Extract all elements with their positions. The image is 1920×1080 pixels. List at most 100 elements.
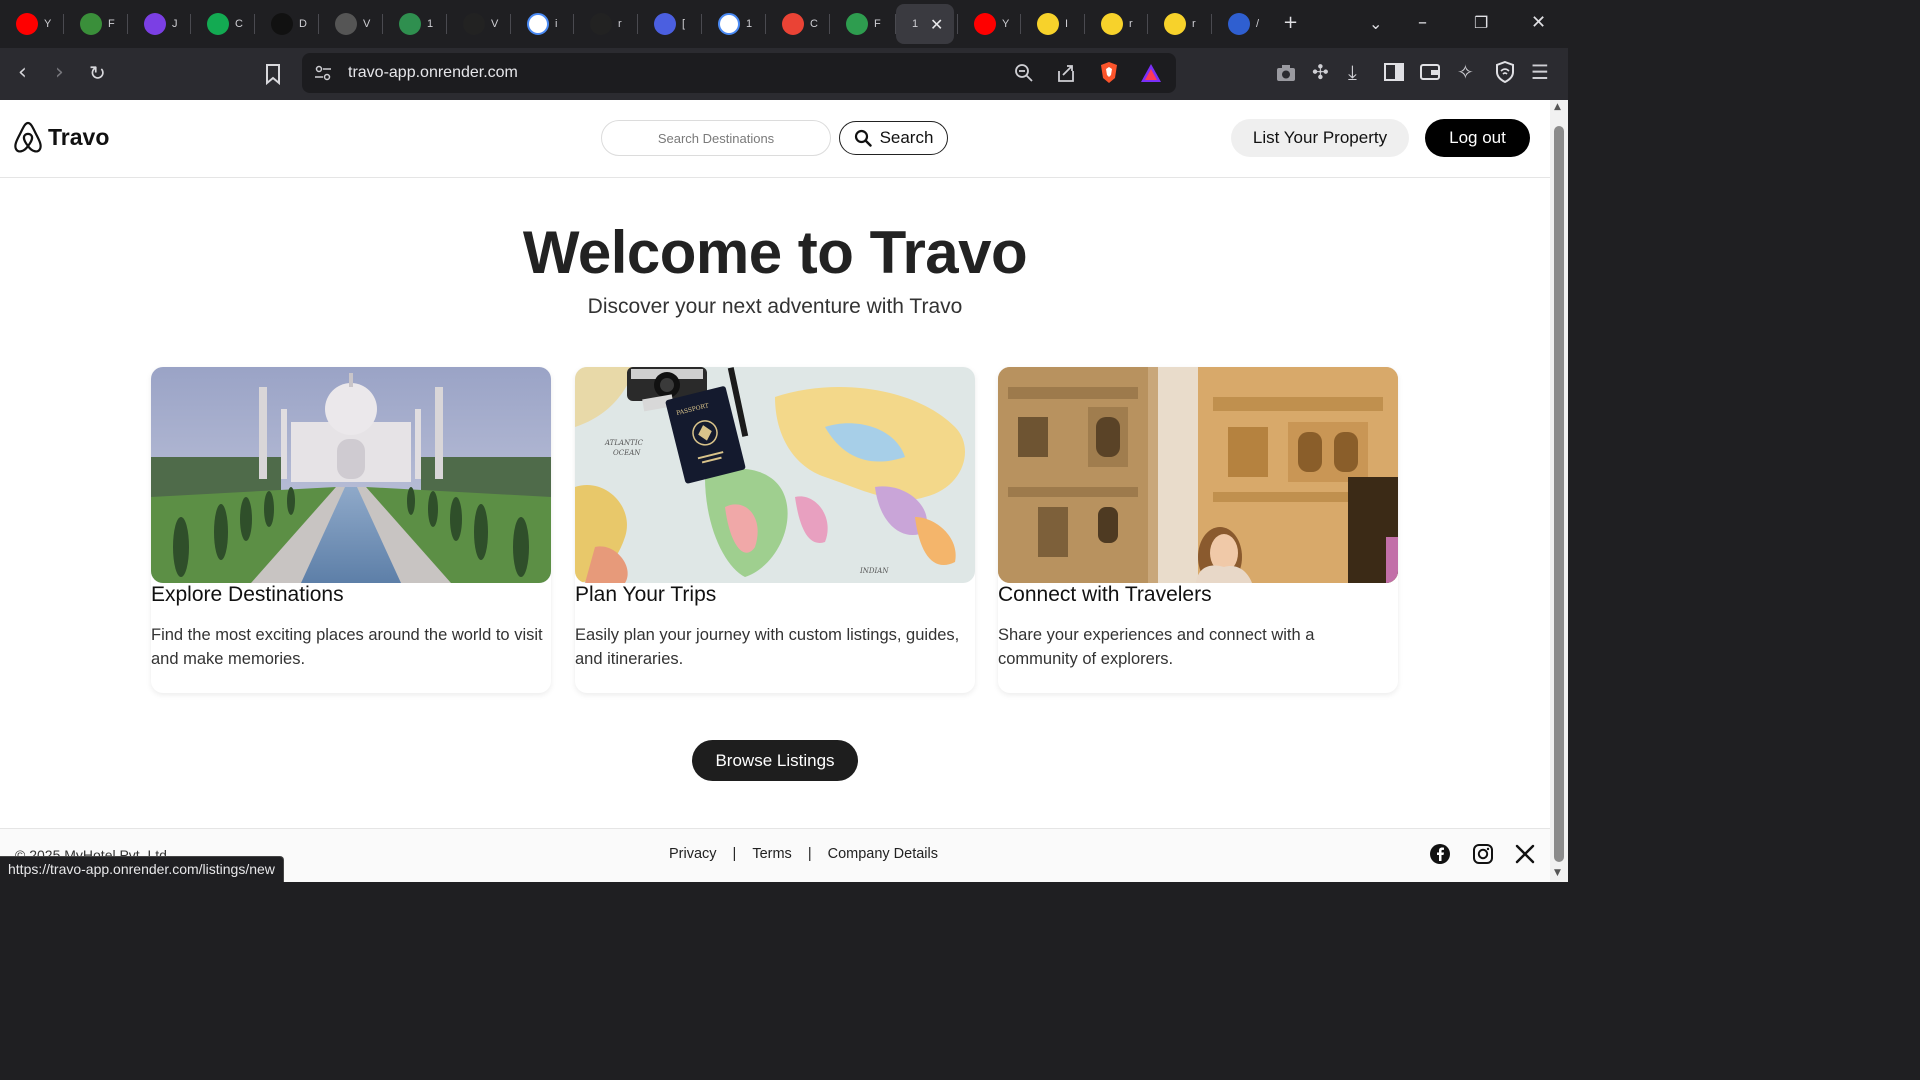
travel-map-image: ATLANTIC OCEAN INDIAN PASSPORT bbox=[575, 367, 975, 583]
reload-icon[interactable]: ↻ bbox=[89, 61, 106, 85]
page-scrollbar[interactable]: ▲ ▼ bbox=[1550, 100, 1568, 882]
browser-tab[interactable]: [ bbox=[638, 4, 698, 44]
card-title: Explore Destinations bbox=[151, 583, 344, 606]
bank-icon bbox=[1228, 13, 1250, 35]
footer-links: Privacy | Terms | Company Details bbox=[669, 846, 938, 862]
youtube-icon bbox=[974, 13, 996, 35]
browser-tab[interactable]: 1 bbox=[383, 4, 443, 44]
tab-title: Y bbox=[44, 18, 52, 30]
browser-tab[interactable]: V bbox=[319, 4, 379, 44]
airbnb-logo-icon bbox=[14, 121, 42, 153]
search-button-label: Search bbox=[879, 128, 934, 147]
logout-button[interactable]: Log out bbox=[1425, 119, 1530, 157]
url-text[interactable]: travo-app.onrender.com bbox=[348, 64, 518, 82]
browser-tab[interactable]: Y bbox=[958, 4, 1018, 44]
minimize-icon[interactable]: – bbox=[1418, 12, 1427, 33]
footer-link-privacy[interactable]: Privacy bbox=[669, 846, 717, 862]
footer-separator: | bbox=[807, 846, 812, 862]
tab-title: C bbox=[235, 18, 243, 30]
gmail-icon bbox=[782, 13, 804, 35]
vpn-icon[interactable] bbox=[1495, 61, 1515, 83]
star-icon bbox=[144, 13, 166, 35]
footer-separator: | bbox=[732, 846, 737, 862]
scroll-up-icon[interactable]: ▲ bbox=[1554, 102, 1561, 112]
wallet-icon[interactable] bbox=[1420, 63, 1440, 81]
list-property-button[interactable]: List Your Property bbox=[1231, 119, 1409, 157]
menu-icon[interactable]: ☰ bbox=[1531, 60, 1549, 84]
sidebar-icon[interactable] bbox=[1384, 63, 1404, 81]
brave-rewards-icon[interactable] bbox=[1140, 63, 1162, 83]
back-icon[interactable]: ‹ bbox=[18, 60, 27, 85]
browser-tab[interactable]: V bbox=[447, 4, 507, 44]
tab-title: r bbox=[1129, 18, 1133, 30]
browser-tab[interactable]: Y bbox=[0, 4, 60, 44]
search-button[interactable]: Search bbox=[839, 121, 948, 155]
bookmark-icon[interactable] bbox=[264, 63, 282, 85]
browser-tab[interactable]: / bbox=[1212, 4, 1272, 44]
browser-tab[interactable]: i bbox=[511, 4, 571, 44]
browser-tab[interactable]: I bbox=[1021, 4, 1081, 44]
browser-tab[interactable]: F bbox=[64, 4, 124, 44]
footer-link-terms[interactable]: Terms bbox=[752, 846, 791, 862]
brand-name: Travo bbox=[48, 123, 110, 150]
close-window-icon[interactable]: ✕ bbox=[1531, 12, 1546, 33]
tab-title: 1 bbox=[912, 18, 919, 30]
flipkart-icon bbox=[1037, 13, 1059, 35]
tab-title: r bbox=[1192, 18, 1196, 30]
new-tab-icon[interactable]: + bbox=[1283, 12, 1298, 33]
facebook-icon[interactable] bbox=[1429, 843, 1451, 865]
tab-title: V bbox=[491, 18, 499, 30]
site-navbar: Travo Search List Your Property Log out bbox=[0, 100, 1550, 178]
brand-logo[interactable]: Travo bbox=[12, 120, 109, 154]
vite-icon bbox=[654, 13, 676, 35]
x-twitter-icon[interactable] bbox=[1514, 843, 1536, 865]
youtube-icon bbox=[16, 13, 38, 35]
check-icon bbox=[846, 13, 868, 35]
browser-tab[interactable]: 1 ✕ bbox=[896, 4, 954, 44]
scroll-down-icon[interactable]: ▼ bbox=[1554, 868, 1561, 878]
close-tab-icon[interactable]: ✕ bbox=[930, 15, 943, 34]
browser-tab[interactable]: C bbox=[766, 4, 826, 44]
browser-tab[interactable]: F bbox=[830, 4, 890, 44]
browser-tab[interactable]: 1 bbox=[702, 4, 762, 44]
browser-tab[interactable]: r bbox=[1148, 4, 1208, 44]
footer-link-company-details[interactable]: Company Details bbox=[828, 846, 938, 862]
taj-mahal-image bbox=[151, 367, 551, 583]
tab-title: 1 bbox=[746, 18, 753, 30]
tab-title: I bbox=[1065, 18, 1069, 30]
tab-title: / bbox=[1256, 18, 1260, 30]
brave-shield-icon[interactable] bbox=[1099, 61, 1119, 85]
share-icon[interactable] bbox=[1056, 63, 1076, 83]
browse-listings-button[interactable]: Browse Listings bbox=[692, 740, 858, 781]
card-title: Plan Your Trips bbox=[575, 583, 717, 606]
browser-tab-bar: Y F J C D V 1 Vi r[1 C F 1 ✕ Y Ir r / + ⌄ – ❐ ✕ bbox=[0, 0, 1568, 48]
restore-icon[interactable]: ❐ bbox=[1474, 13, 1488, 32]
search-destinations-input[interactable] bbox=[601, 120, 831, 156]
flipkart-icon bbox=[1164, 13, 1186, 35]
leo-ai-icon[interactable]: ✧ bbox=[1457, 60, 1474, 84]
site-settings-icon[interactable] bbox=[314, 65, 332, 81]
tab-title: Y bbox=[1002, 18, 1010, 30]
tab-title: D bbox=[299, 18, 307, 30]
svg-text:ATLANTIC: ATLANTIC bbox=[604, 439, 644, 447]
address-bar[interactable]: travo-app.onrender.com bbox=[302, 53, 1176, 93]
google-icon bbox=[527, 13, 549, 35]
browser-tab[interactable]: J bbox=[128, 4, 188, 44]
card-description: Easily plan your journey with custom lis… bbox=[575, 626, 960, 668]
browser-tab[interactable]: r bbox=[1085, 4, 1145, 44]
zoom-icon[interactable] bbox=[1014, 63, 1034, 83]
scrollbar-thumb[interactable] bbox=[1554, 126, 1564, 862]
browser-tab[interactable]: D bbox=[255, 4, 315, 44]
browser-tab[interactable]: r bbox=[574, 4, 634, 44]
svg-text:OCEAN: OCEAN bbox=[613, 449, 641, 457]
page-content: Travo Search List Your Property Log out … bbox=[0, 100, 1550, 882]
feature-card-connect: Connect with Travelers Share your experi… bbox=[998, 367, 1398, 693]
screenshot-icon[interactable] bbox=[1276, 64, 1296, 82]
browser-tab[interactable]: C bbox=[191, 4, 251, 44]
tab-search-chevron-icon[interactable]: ⌄ bbox=[1369, 14, 1382, 33]
forward-icon[interactable]: › bbox=[55, 60, 64, 85]
download-icon[interactable]: ⤓ bbox=[1348, 60, 1357, 84]
instagram-icon[interactable] bbox=[1472, 843, 1494, 865]
extensions-icon[interactable]: ✣ bbox=[1312, 60, 1329, 84]
browser-toolbar: ‹ › ↻ travo-app.onrender.com ✣ ⤓ ✧ ☰ bbox=[0, 48, 1568, 100]
